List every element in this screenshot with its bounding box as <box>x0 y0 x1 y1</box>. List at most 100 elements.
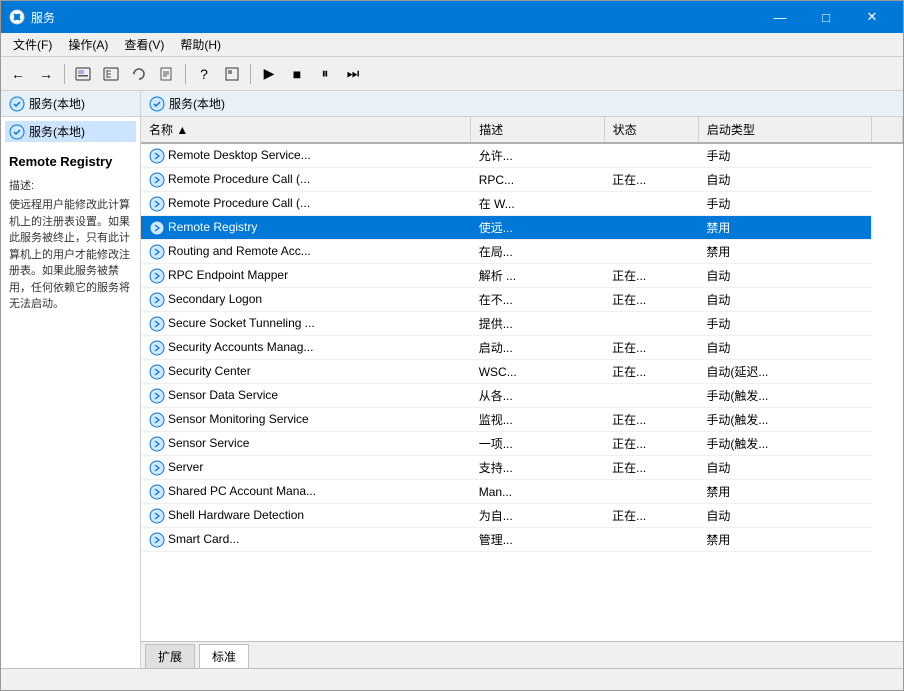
table-row[interactable]: Routing and Remote Acc...在局...禁用 <box>141 240 903 264</box>
table-row[interactable]: Remote Procedure Call (... 在 W...手动 <box>141 192 903 216</box>
service-icon <box>149 148 168 162</box>
service-status <box>604 240 698 264</box>
stop-button[interactable]: ■ <box>284 61 310 87</box>
service-status: 正在... <box>604 456 698 480</box>
table-row[interactable]: Sensor Service一项...正在...手动(触发... <box>141 432 903 456</box>
table-row[interactable]: Security CenterWSC...正在...自动(延迟... <box>141 360 903 384</box>
tab-标准[interactable]: 标准 <box>199 644 249 668</box>
service-name: Remote Procedure Call (... <box>141 192 471 216</box>
right-panel: 服务(本地) 名称 ▲ 描述 状态 启动类型 <box>141 91 903 668</box>
main-window: 服务 — □ ✕ 文件(F)操作(A)查看(V)帮助(H) ← → ? ▶ <box>0 0 904 691</box>
maximize-button[interactable]: □ <box>803 1 849 33</box>
service-icon <box>149 340 168 354</box>
table-row[interactable]: RPC Endpoint Mapper解析 ...正在...自动 <box>141 264 903 288</box>
help-button[interactable]: ? <box>191 61 217 87</box>
minimize-button[interactable]: — <box>757 1 803 33</box>
forward-button[interactable]: → <box>33 61 59 87</box>
show-window-button[interactable] <box>219 61 245 87</box>
table-row[interactable]: Sensor Data Service从各...手动(触发... <box>141 384 903 408</box>
service-icon <box>149 532 168 546</box>
service-name: Server <box>141 456 471 480</box>
table-row[interactable]: Remote Desktop Service...允许...手动 <box>141 143 903 168</box>
table-row[interactable]: Smart Card...管理... 禁用 <box>141 528 903 552</box>
service-startup: 自动 <box>698 264 871 288</box>
window-controls: — □ ✕ <box>757 1 895 33</box>
services-table: 名称 ▲ 描述 状态 启动类型 Remote Desktop Service..… <box>141 117 903 641</box>
left-header-text: 服务(本地) <box>29 95 85 112</box>
service-startup: 手动(触发... <box>698 432 871 456</box>
menu-item-操作(A)[interactable]: 操作(A) <box>60 34 116 55</box>
service-status <box>604 480 698 504</box>
service-icon <box>149 220 168 234</box>
col-header-name[interactable]: 名称 ▲ <box>141 117 471 143</box>
service-status: 正在... <box>604 408 698 432</box>
menu-item-查看(V)[interactable]: 查看(V) <box>116 34 172 55</box>
close-button[interactable]: ✕ <box>849 1 895 33</box>
service-startup: 禁用 <box>698 480 871 504</box>
play-button[interactable]: ▶ <box>256 61 282 87</box>
col-header-extra[interactable] <box>871 117 902 143</box>
menu-item-帮助(H)[interactable]: 帮助(H) <box>172 34 229 55</box>
service-icon <box>149 508 168 522</box>
table-row[interactable]: Secure Socket Tunneling ...提供... 手动 <box>141 312 903 336</box>
console-button[interactable] <box>70 61 96 87</box>
service-desc: 在局... <box>471 240 604 264</box>
col-header-startup[interactable]: 启动类型 <box>698 117 871 143</box>
service-icon <box>149 364 168 378</box>
col-header-status[interactable]: 状态 <box>604 117 698 143</box>
service-status <box>604 143 698 168</box>
table-row[interactable]: Shell Hardware Detection为自...正在...自动 <box>141 504 903 528</box>
toolbar: ← → ? ▶ ■ ⏸ ⏭ <box>1 57 903 91</box>
service-name: Secondary Logon <box>141 288 471 312</box>
tree-item-services[interactable]: 服务(本地) <box>5 121 136 142</box>
service-name: Security Accounts Manag... <box>141 336 471 360</box>
table-row[interactable]: Security Accounts Manag...启动...正在...自动 <box>141 336 903 360</box>
service-status: 正在... <box>604 432 698 456</box>
restart-button[interactable]: ⏭ <box>340 61 366 87</box>
window-icon <box>9 9 25 25</box>
service-icon <box>149 244 168 258</box>
right-header-icon <box>149 96 165 112</box>
table-row[interactable]: Shared PC Account Mana...Man...禁用 <box>141 480 903 504</box>
table-row[interactable]: Remote Registry使远...禁用 <box>141 216 903 240</box>
service-name: Smart Card... <box>141 528 471 552</box>
service-desc: 在不... <box>471 288 604 312</box>
table-row[interactable]: Remote Procedure Call (... RPC...正在...自动 <box>141 168 903 192</box>
service-name: Sensor Monitoring Service <box>141 408 471 432</box>
service-name: Secure Socket Tunneling ... <box>141 312 471 336</box>
col-header-desc[interactable]: 描述 <box>471 117 604 143</box>
service-startup: 禁用 <box>698 528 871 552</box>
service-desc: Man... <box>471 480 604 504</box>
tab-扩展[interactable]: 扩展 <box>145 644 195 668</box>
service-name: Remote Registry <box>141 216 471 240</box>
service-startup: 手动 <box>698 312 871 336</box>
service-status: 正在... <box>604 168 698 192</box>
refresh-button[interactable] <box>126 61 152 87</box>
service-startup: 禁用 <box>698 216 871 240</box>
pause-button[interactable]: ⏸ <box>312 61 338 87</box>
service-description-title: Remote Registry <box>9 154 132 169</box>
service-startup: 手动 <box>698 143 871 168</box>
table-row[interactable]: Secondary Logon在不...正在...自动 <box>141 288 903 312</box>
back-button[interactable]: ← <box>5 61 31 87</box>
service-desc: 解析 ... <box>471 264 604 288</box>
service-desc: WSC... <box>471 360 604 384</box>
service-startup: 禁用 <box>698 240 871 264</box>
services-header-icon <box>9 96 25 112</box>
table-row[interactable]: Sensor Monitoring Service监视...正在...手动(触发… <box>141 408 903 432</box>
service-desc: 管理... <box>471 528 604 552</box>
service-startup: 自动 <box>698 168 871 192</box>
service-startup: 手动(触发... <box>698 408 871 432</box>
table-row[interactable]: Server支持...正在...自动 <box>141 456 903 480</box>
left-panel-header: 服务(本地) <box>1 91 140 117</box>
menu-item-文件(F)[interactable]: 文件(F) <box>5 34 60 55</box>
export-button[interactable] <box>154 61 180 87</box>
service-desc: 提供... <box>471 312 604 336</box>
tree-button[interactable] <box>98 61 124 87</box>
service-name: Sensor Data Service <box>141 384 471 408</box>
service-name: Security Center <box>141 360 471 384</box>
right-panel-header: 服务(本地) <box>141 91 903 117</box>
service-status: 正在... <box>604 264 698 288</box>
main-content: 服务(本地) 服务(本地) Remote Registry 描述: 使远程用户能… <box>1 91 903 668</box>
service-status <box>604 528 698 552</box>
